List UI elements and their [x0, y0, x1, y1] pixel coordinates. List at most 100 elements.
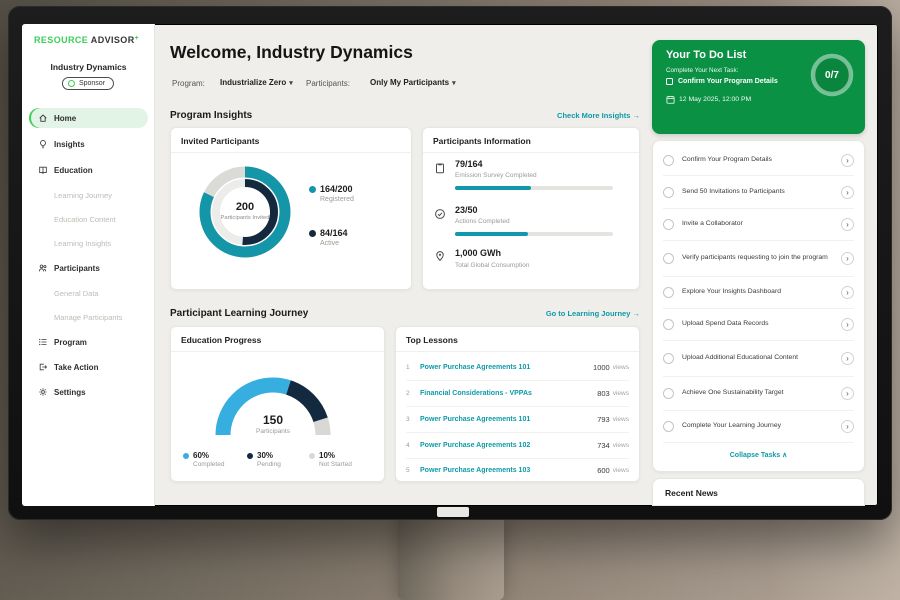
- monitor-stand: [398, 516, 504, 600]
- sponsor-icon: [68, 80, 75, 87]
- lesson-row[interactable]: 3 Power Purchase Agreements 101 793views: [406, 407, 629, 433]
- task-row[interactable]: Send 50 Invitations to Participants ›: [663, 176, 854, 209]
- divider: [171, 152, 411, 153]
- survey-label: Emission Survey Completed: [455, 172, 537, 179]
- gear-icon: [38, 387, 48, 397]
- task-checkbox-icon[interactable]: [663, 319, 674, 330]
- task-row[interactable]: Upload Spend Data Records ›: [663, 309, 854, 341]
- sidebar-item-take-action[interactable]: Take Action: [29, 357, 148, 377]
- sidebar-item-label: Learning Journey: [54, 191, 112, 200]
- task-row[interactable]: Confirm Your Program Details ›: [663, 145, 854, 176]
- next-task-label: Confirm Your Program Details: [678, 78, 778, 85]
- list-icon: [38, 337, 48, 347]
- recent-news-card: Recent News: [652, 478, 865, 506]
- invited-participants-card: Invited Participants 200 Participants In…: [170, 127, 412, 290]
- lesson-row[interactable]: 1 Power Purchase Agreements 101 1000view…: [406, 355, 629, 381]
- top-lessons-card: Top Lessons 1 Power Purchase Agreements …: [395, 326, 640, 482]
- action-arrow-icon: [38, 362, 48, 372]
- sidebar-item-label: Home: [54, 114, 76, 123]
- task-checkbox-icon[interactable]: [663, 219, 674, 230]
- lesson-link[interactable]: Financial Considerations - VPPAs: [420, 390, 597, 397]
- collapse-tasks-link[interactable]: Collapse Tasks ∧: [653, 451, 864, 459]
- chevron-right-icon[interactable]: ›: [841, 286, 854, 299]
- task-checkbox-icon[interactable]: [663, 388, 674, 399]
- actions-label: Actions Completed: [455, 218, 510, 225]
- sidebar-item-learning-journey[interactable]: Learning Journey: [29, 185, 148, 205]
- monitor-bezel: RESOURCE ADVISOR+ Industry Dynamics Spon…: [8, 6, 892, 520]
- task-row[interactable]: Upload Additional Educational Content ›: [663, 341, 854, 377]
- section-learning-journey: Participant Learning Journey: [170, 308, 308, 319]
- checkbox-icon[interactable]: [666, 78, 673, 85]
- chevron-right-icon[interactable]: ›: [841, 252, 854, 265]
- program-filter-dropdown[interactable]: Industrialize Zero▾: [220, 78, 293, 87]
- task-row[interactable]: Verify participants requesting to join t…: [663, 241, 854, 277]
- sidebar-item-label: Learning Insights: [54, 239, 111, 248]
- task-checkbox-icon[interactable]: [663, 421, 674, 432]
- org-name: Industry Dynamics: [22, 62, 155, 72]
- chevron-right-icon[interactable]: ›: [841, 154, 854, 167]
- lesson-link[interactable]: Power Purchase Agreements 101: [420, 364, 593, 371]
- task-checkbox-icon[interactable]: [663, 187, 674, 198]
- next-task-row[interactable]: Confirm Your Program Details: [666, 78, 778, 85]
- completed-dot-icon: [183, 453, 189, 459]
- lesson-row[interactable]: 4 Power Purchase Agreements 102 734views: [406, 433, 629, 459]
- sponsor-label: Sponsor: [79, 80, 105, 87]
- task-row[interactable]: Complete Your Learning Journey ›: [663, 411, 854, 443]
- task-checkbox-icon[interactable]: [663, 287, 674, 298]
- check-more-insights-link[interactable]: Check More Insights →: [482, 111, 640, 120]
- card-title: Invited Participants: [181, 136, 259, 146]
- logo-text-advisor: ADVISOR: [91, 35, 135, 45]
- education-progress-card: Education Progress 150 Participants 60% …: [170, 326, 385, 482]
- sidebar-item-label: Participants: [54, 264, 100, 273]
- logo-plus: +: [135, 35, 140, 42]
- sidebar-item-label: Take Action: [54, 363, 98, 372]
- donut-center: 200 Participants Invited: [195, 162, 295, 262]
- consumption-value: 1,000 GWh: [455, 248, 501, 258]
- arrow-right-icon: →: [633, 309, 641, 318]
- sidebar-item-learning-insights[interactable]: Learning Insights: [29, 233, 148, 253]
- app-logo: RESOURCE ADVISOR+: [34, 35, 139, 45]
- participants-filter-dropdown[interactable]: Only My Participants▾: [370, 78, 456, 87]
- gauge-center-value: 150: [213, 413, 333, 427]
- task-checkbox-icon[interactable]: [663, 155, 674, 166]
- participants-information-card: Participants Information 79/164 Emission…: [422, 127, 640, 290]
- chevron-right-icon[interactable]: ›: [841, 387, 854, 400]
- chevron-right-icon[interactable]: ›: [841, 352, 854, 365]
- lesson-row[interactable]: 5 Power Purchase Agreements 103 600views: [406, 459, 629, 481]
- consumption-label: Total Global Consumption: [455, 262, 529, 269]
- section-program-insights: Program Insights: [170, 110, 252, 121]
- sidebar-item-manage-participants[interactable]: Manage Participants: [29, 307, 148, 327]
- sidebar-item-participants[interactable]: Participants: [29, 258, 148, 278]
- legend-pending: 30% Pending: [247, 451, 281, 468]
- sidebar-item-settings[interactable]: Settings: [29, 382, 148, 402]
- card-title: Top Lessons: [406, 335, 458, 345]
- sidebar-item-general-data[interactable]: General Data: [29, 283, 148, 303]
- go-to-learning-journey-link[interactable]: Go to Learning Journey →: [482, 309, 640, 318]
- task-checkbox-icon[interactable]: [663, 253, 674, 264]
- divider: [423, 152, 639, 153]
- task-checkbox-icon[interactable]: [663, 353, 674, 364]
- people-icon: [38, 263, 48, 273]
- sidebar-item-education[interactable]: Education: [29, 160, 148, 180]
- task-row[interactable]: Achieve One Sustainability Target ›: [663, 377, 854, 411]
- lesson-link[interactable]: Power Purchase Agreements 103: [420, 467, 597, 474]
- task-row[interactable]: Explore Your Insights Dashboard ›: [663, 277, 854, 309]
- sidebar-item-home[interactable]: Home: [29, 108, 148, 128]
- chevron-right-icon[interactable]: ›: [841, 318, 854, 331]
- bulb-icon: [38, 139, 48, 149]
- todo-progress-value: 0/7: [808, 51, 856, 99]
- sidebar-item-education-content[interactable]: Education Content: [29, 209, 148, 229]
- chevron-right-icon[interactable]: ›: [841, 186, 854, 199]
- task-row[interactable]: Invite a Collaborator ›: [663, 209, 854, 241]
- chevron-right-icon[interactable]: ›: [841, 420, 854, 433]
- todo-tasks-card: Confirm Your Program Details › Send 50 I…: [652, 140, 865, 472]
- card-title: Education Progress: [181, 335, 261, 345]
- lesson-link[interactable]: Power Purchase Agreements 102: [420, 442, 597, 449]
- sidebar-item-program[interactable]: Program: [29, 332, 148, 352]
- sidebar-item-label: General Data: [54, 289, 99, 298]
- legend-active: 84/164 Active: [309, 228, 348, 247]
- sidebar-item-insights[interactable]: Insights: [29, 134, 148, 154]
- chevron-right-icon[interactable]: ›: [841, 218, 854, 231]
- lesson-link[interactable]: Power Purchase Agreements 101: [420, 416, 597, 423]
- lesson-row[interactable]: 2 Financial Considerations - VPPAs 803vi…: [406, 381, 629, 407]
